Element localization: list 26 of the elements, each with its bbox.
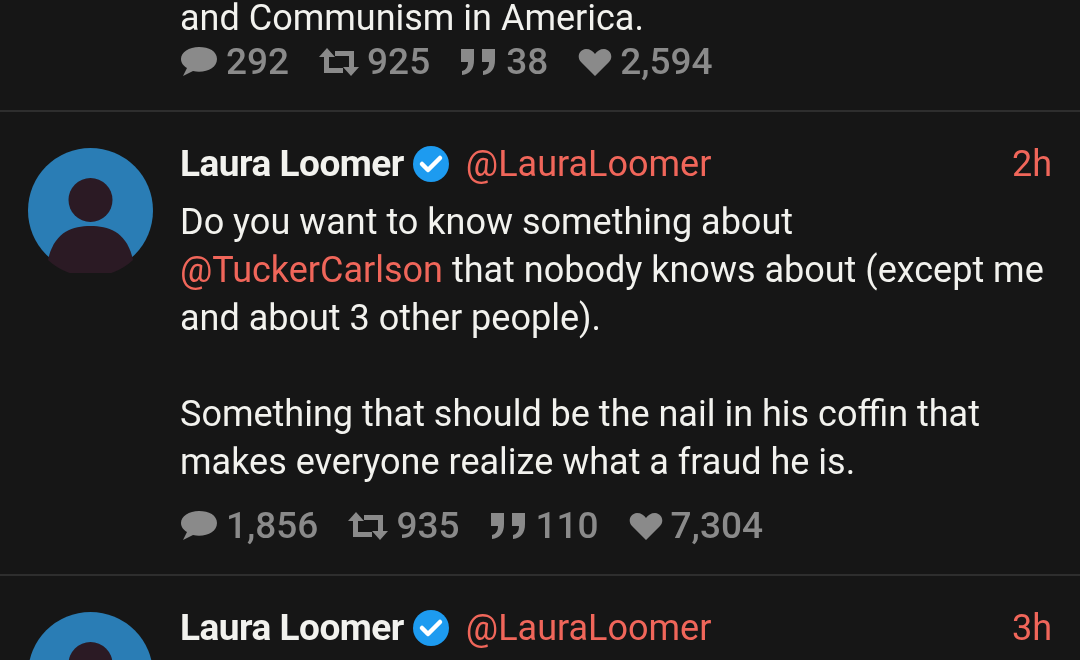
replie-count: 1,856	[226, 503, 319, 550]
author-name[interactable]: Laura Loomer	[180, 600, 404, 656]
author-handle[interactable]: @LauraLoomer	[465, 137, 712, 191]
tweet-text: Something that should be the nail in his coffin that makes everyone realize what a fraud he is.	[180, 392, 981, 485]
reply-icon	[180, 509, 218, 543]
author-name[interactable]: Laura Loomer	[180, 136, 404, 192]
retweet-icon	[348, 511, 389, 541]
like-count: 2,594	[620, 39, 713, 86]
retweet-icon	[319, 47, 360, 77]
like-count: 7,304	[670, 503, 763, 550]
tweet-text: and Communism in America.	[180, 0, 645, 36]
retweet-count: 935	[396, 503, 460, 550]
avatar[interactable]	[28, 148, 153, 273]
retweet-count: 925	[367, 39, 431, 86]
quote-count: 110	[535, 503, 599, 550]
quote-count: 38	[506, 39, 549, 86]
timestamp: 2h	[1011, 142, 1052, 187]
heart-icon	[578, 47, 613, 77]
quote-icon	[489, 511, 528, 541]
mention-link[interactable]: @TuckerCarlson	[180, 249, 443, 291]
timestamp: 3h	[1011, 606, 1052, 651]
reply-icon	[180, 45, 218, 79]
author-handle[interactable]: @LauraLoomer	[465, 601, 712, 655]
replie-count: 292	[226, 39, 290, 86]
heart-icon	[628, 511, 663, 541]
tweet-text: Do you want to know something about @TuckerCarlson that nobody knows about (except me and about 3 other people).	[180, 200, 1045, 341]
